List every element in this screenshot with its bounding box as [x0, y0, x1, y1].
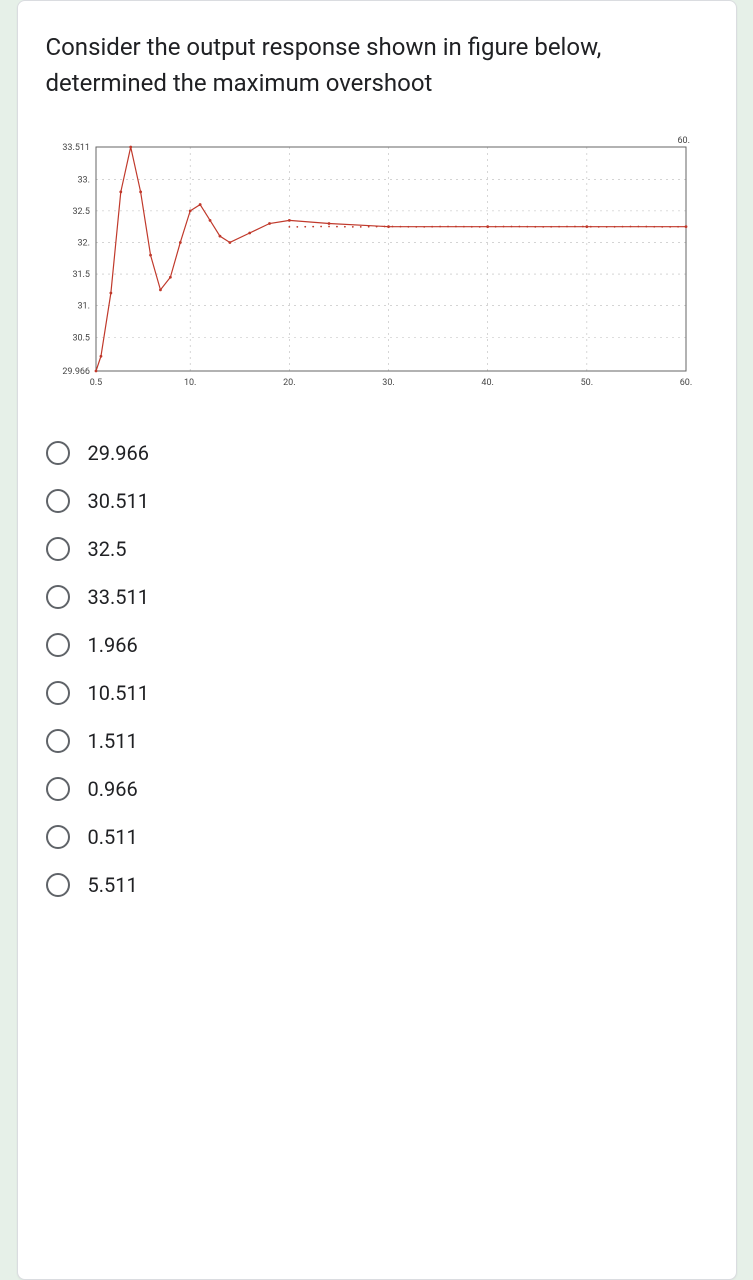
radio-icon[interactable] — [46, 441, 70, 465]
radio-icon[interactable] — [46, 825, 70, 849]
option-label: 5.511 — [88, 873, 138, 897]
option-label: 10.511 — [88, 681, 149, 705]
svg-text:40.: 40. — [481, 378, 494, 388]
svg-text:33.511: 33.511 — [62, 143, 90, 153]
svg-text:60.: 60. — [677, 136, 690, 146]
option-1[interactable]: 30.511 — [46, 477, 708, 525]
option-9[interactable]: 5.511 — [46, 861, 708, 909]
option-3[interactable]: 33.511 — [46, 573, 708, 621]
option-6[interactable]: 1.511 — [46, 717, 708, 765]
option-7[interactable]: 0.966 — [46, 765, 708, 813]
option-label: 1.511 — [88, 729, 138, 753]
svg-text:20.: 20. — [283, 378, 296, 388]
option-5[interactable]: 10.511 — [46, 669, 708, 717]
chart-svg: 29.966 30.5 31. 31.5 32. 32.5 33. 33.511 0.5 10. 2… — [46, 129, 706, 399]
svg-text:31.5: 31.5 — [72, 270, 90, 280]
option-label: 32.5 — [88, 537, 127, 561]
option-2[interactable]: 32.5 — [46, 525, 708, 573]
option-label: 0.511 — [88, 825, 138, 849]
option-label: 29.966 — [88, 441, 149, 465]
option-4[interactable]: 1.966 — [46, 621, 708, 669]
question-card: Consider the output response shown in fi… — [17, 0, 737, 1280]
svg-text:60.: 60. — [679, 378, 692, 388]
option-label: 0.966 — [88, 777, 138, 801]
option-label: 30.511 — [88, 489, 149, 513]
radio-icon[interactable] — [46, 681, 70, 705]
radio-icon[interactable] — [46, 489, 70, 513]
option-label: 33.511 — [88, 585, 149, 609]
option-label: 1.966 — [88, 633, 138, 657]
option-0[interactable]: 29.966 — [46, 429, 708, 477]
svg-text:0.5: 0.5 — [89, 378, 102, 388]
radio-icon[interactable] — [46, 537, 70, 561]
svg-text:50.: 50. — [580, 378, 593, 388]
svg-text:32.5: 32.5 — [72, 207, 90, 217]
svg-text:30.: 30. — [382, 378, 395, 388]
svg-text:30.5: 30.5 — [72, 333, 90, 343]
question-text: Consider the output response shown in fi… — [46, 29, 708, 101]
option-8[interactable]: 0.511 — [46, 813, 708, 861]
radio-icon[interactable] — [46, 585, 70, 609]
radio-icon[interactable] — [46, 777, 70, 801]
radio-icon[interactable] — [46, 633, 70, 657]
radio-icon[interactable] — [46, 729, 70, 753]
svg-text:32.: 32. — [77, 238, 90, 248]
response-chart: 29.966 30.5 31. 31.5 32. 32.5 33. 33.511 0.5 10. 2… — [46, 129, 708, 399]
options-group: 29.966 30.511 32.5 33.511 1.966 10.511 1.511 0.… — [46, 429, 708, 909]
svg-text:31.: 31. — [77, 302, 90, 312]
svg-text:33.: 33. — [77, 175, 90, 185]
radio-icon[interactable] — [46, 873, 70, 897]
svg-text:10.: 10. — [183, 378, 196, 388]
svg-text:29.966: 29.966 — [62, 367, 90, 377]
